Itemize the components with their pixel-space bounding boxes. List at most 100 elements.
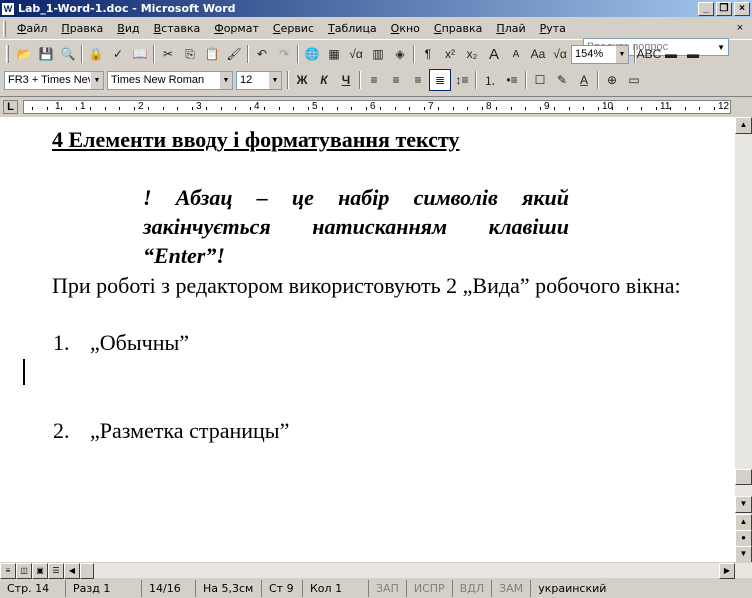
style-select[interactable]: FR3 + Times Nev ▼ — [4, 70, 104, 90]
menu-edit[interactable]: Правка — [54, 22, 110, 35]
scroll-left-button[interactable]: ◀ — [64, 563, 80, 579]
shrink-font-icon[interactable]: A — [505, 43, 527, 65]
status-language[interactable]: украинский — [531, 580, 613, 597]
underline-button[interactable]: Ч — [335, 69, 357, 91]
font-color-icon[interactable]: A — [573, 69, 595, 91]
outline-view-button[interactable]: ☰ — [48, 563, 64, 579]
menu-window[interactable]: Окно — [384, 22, 427, 35]
bold-button[interactable]: Ж — [291, 69, 313, 91]
menubar-grip[interactable] — [3, 20, 6, 37]
menu-label: ормат — [223, 22, 259, 35]
menu-table[interactable]: Таблица — [321, 22, 384, 35]
print-layout-button[interactable]: ▣ — [32, 563, 48, 579]
cut-icon[interactable]: ✂ — [157, 43, 179, 65]
save-icon[interactable]: 💾 — [35, 43, 57, 65]
tab-selector[interactable]: L — [3, 100, 18, 114]
align-right-icon[interactable]: ≡ — [407, 69, 429, 91]
permission-icon[interactable]: 🔒 — [85, 43, 107, 65]
bullets-icon[interactable]: •≡ — [501, 69, 523, 91]
font-select[interactable]: Times New Roman ▼ — [107, 70, 233, 90]
chevron-down-icon[interactable]: ▼ — [219, 71, 232, 89]
copy-icon[interactable]: ⎘ — [179, 43, 201, 65]
print-preview-icon[interactable]: 🔍 — [57, 43, 79, 65]
equation-icon[interactable]: √α — [345, 43, 367, 65]
toolbar-grip[interactable] — [6, 45, 9, 63]
border-icon[interactable]: ☐ — [529, 69, 551, 91]
horizontal-ruler[interactable]: L 1 1 2 3 4 5 6 7 8 9 10 11 12 — [0, 96, 752, 116]
close-button[interactable]: × — [734, 1, 750, 16]
line-spacing-icon[interactable]: ↕≡ — [451, 69, 473, 91]
superscript-icon[interactable]: x² — [439, 43, 461, 65]
italic-button[interactable]: К — [313, 69, 335, 91]
status-extend[interactable]: ВДЛ — [453, 580, 493, 597]
undo-icon[interactable]: ↶ — [251, 43, 273, 65]
menu-view[interactable]: Вид — [110, 22, 146, 35]
table-icon[interactable]: ▦ — [323, 43, 345, 65]
previous-page-button[interactable]: ▲ — [735, 514, 752, 531]
research-icon[interactable]: 📖 — [129, 43, 151, 65]
show-formatting-icon[interactable]: ¶ — [417, 43, 439, 65]
horizontal-scrollbar[interactable]: ≡ ◫ ▣ ☰ ◀ ▶ — [0, 562, 752, 579]
change-case-icon[interactable]: Aa — [527, 43, 549, 65]
reading-layout-icon[interactable]: ▭ — [623, 69, 645, 91]
research-pane-icon[interactable]: ⊕ — [601, 69, 623, 91]
horizontal-scroll-thumb[interactable] — [80, 563, 94, 579]
ruler-tick — [525, 107, 526, 110]
columns-icon[interactable]: ▥ — [367, 43, 389, 65]
menu-help[interactable]: Справка — [427, 22, 489, 35]
justify-icon[interactable]: ≣ — [429, 69, 451, 91]
status-page: Стр. 14 — [0, 580, 66, 597]
open-icon[interactable]: 📂 — [13, 43, 35, 65]
word-app-icon[interactable]: W — [1, 1, 15, 16]
chevron-down-icon[interactable]: ▼ — [615, 45, 628, 63]
hyperlink-icon[interactable]: 🌐 — [301, 43, 323, 65]
scroll-right-button[interactable]: ▶ — [719, 563, 735, 579]
next-page-button[interactable]: ▼ — [735, 546, 752, 563]
ruler-tick — [713, 107, 715, 110]
menu-format[interactable]: Формат — [207, 22, 266, 35]
title-bar[interactable]: W Lab_1-Word-1.doc - Microsoft Word _ ❐ … — [0, 0, 752, 17]
status-track-changes[interactable]: ИСПР — [407, 580, 453, 597]
menu-play[interactable]: Плай — [489, 22, 532, 35]
redo-icon[interactable]: ↷ — [273, 43, 295, 65]
web-layout-button[interactable]: ◫ — [16, 563, 32, 579]
format-painter-icon[interactable]: 🖌 — [223, 43, 245, 65]
zoom-select[interactable]: 154% ▼ — [571, 44, 629, 64]
menu-file[interactable]: Файл — [10, 22, 54, 35]
ruler-tick — [539, 107, 541, 110]
drawing-icon[interactable]: ◈ — [389, 43, 411, 65]
align-center-icon[interactable]: ≡ — [385, 69, 407, 91]
highlight-icon[interactable]: ✎ — [551, 69, 573, 91]
font-size-select[interactable]: 12 ▼ — [236, 70, 282, 90]
numbering-icon[interactable]: ⒈ — [479, 69, 501, 91]
status-record-macro[interactable]: ЗАП — [369, 580, 407, 597]
menu-insert[interactable]: Вставка — [147, 22, 208, 35]
restore-button[interactable]: ❐ — [716, 1, 732, 16]
ruler-strip[interactable]: 1 1 2 3 4 5 6 7 8 9 10 11 12 — [23, 100, 731, 114]
spellcheck-icon[interactable]: ABC — [637, 43, 662, 65]
select-browse-object-button[interactable]: ● — [735, 530, 752, 547]
menu-label: правка — [441, 22, 483, 35]
scroll-up-button[interactable]: ▲ — [735, 117, 752, 134]
menu-tools[interactable]: Сервис — [266, 22, 321, 35]
align-left-icon[interactable]: ≡ — [363, 69, 385, 91]
menu-ruta[interactable]: Рута — [533, 22, 573, 35]
language-flag-icon[interactable]: ▬ — [660, 43, 682, 65]
chevron-down-icon[interactable]: ▼ — [90, 71, 103, 89]
minimize-button[interactable]: _ — [698, 1, 714, 16]
chevron-down-icon[interactable]: ▼ — [268, 71, 281, 89]
normal-view-button[interactable]: ≡ — [0, 563, 16, 579]
scroll-thumb[interactable] — [735, 469, 752, 485]
paste-icon[interactable]: 📋 — [201, 43, 223, 65]
close-document-button[interactable]: × — [732, 21, 748, 36]
equation-editor-icon[interactable]: √α — [549, 43, 571, 65]
ruler-tick — [380, 107, 381, 110]
grow-font-icon[interactable]: A — [483, 43, 505, 65]
russian-flag-icon[interactable]: ▬ — [682, 43, 704, 65]
status-overtype[interactable]: ЗАМ — [492, 580, 532, 597]
subscript-icon[interactable]: x₂ — [461, 43, 483, 65]
document-page[interactable]: 4 Елементи вводу і форматування тексту !… — [0, 117, 735, 562]
scroll-down-button[interactable]: ▼ — [735, 496, 752, 513]
spelling-icon[interactable]: ✓ — [107, 43, 129, 65]
vertical-scrollbar[interactable]: ▲ ▼ ▲ ● ▼ — [735, 117, 752, 563]
